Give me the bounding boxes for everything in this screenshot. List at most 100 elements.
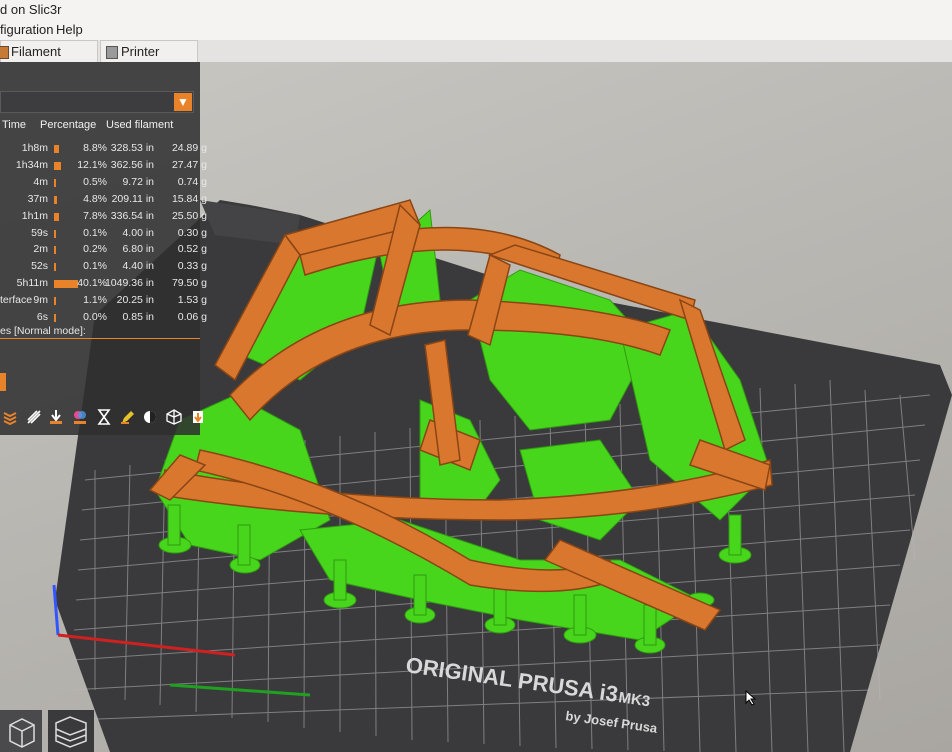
settings-tab-bar: Filament Settings Printer Settings: [0, 40, 952, 80]
legend-caption: es [Normal mode]:: [0, 325, 86, 337]
stats-row: 52s 0.1% 4.40 in 0.33 g: [0, 258, 215, 275]
move-down-icon[interactable]: [48, 409, 64, 425]
stats-length: 1049.36 in: [104, 277, 154, 290]
stats-time: 52s: [31, 260, 48, 273]
stats-percentage: 0.2%: [83, 243, 107, 256]
stats-percentage: 40.1%: [77, 277, 107, 290]
stats-row-label: terface: [0, 294, 33, 307]
stats-row: 2m 0.2% 6.80 in 0.52 g: [0, 241, 215, 258]
export-icon[interactable]: [190, 409, 206, 425]
stats-length: 0.85 in: [122, 311, 154, 323]
view-toggle: [0, 710, 94, 752]
stats-length: 328.53 in: [110, 142, 154, 154]
percentage-bar: [54, 145, 60, 153]
stats-weight: 79.50 g: [171, 277, 207, 290]
stats-time: 5h11m: [16, 277, 48, 290]
stats-row: 37m 4.8% 209.11 in 15.84 g: [0, 191, 215, 208]
legend-swatch: [0, 373, 6, 391]
cube-outline-icon[interactable]: [166, 409, 182, 425]
menu-help[interactable]: Help: [56, 20, 83, 40]
stats-length: 6.80 in: [122, 243, 154, 256]
stats-weight: 15.84 g: [171, 192, 207, 205]
stats-length: 9.72 in: [122, 175, 154, 188]
stats-time: 2m: [33, 243, 48, 256]
stats-time: 37m: [27, 192, 48, 205]
percentage-bar: [54, 229, 56, 238]
stacked-view-icon[interactable]: [48, 710, 94, 752]
hourglass-icon[interactable]: [96, 409, 112, 425]
stats-time: 6s: [36, 311, 48, 323]
percentage-bar: [54, 314, 56, 322]
title-bar: d on Slic3r: [0, 0, 952, 20]
stats-weight: 0.30 g: [177, 226, 207, 239]
percentage-bar: [54, 263, 56, 272]
stats-time: 1h1m: [21, 209, 48, 222]
stats-weight: 27.47 g: [171, 158, 207, 171]
percentage-bar: [54, 178, 56, 187]
stats-time: 1h8m: [21, 142, 48, 154]
stats-percentage: 12.1%: [77, 158, 107, 171]
stats-percentage: 7.8%: [83, 209, 107, 222]
percentage-bar: [54, 195, 57, 204]
stats-percentage: 0.0%: [83, 311, 107, 323]
stats-row: 5h11m 40.1% 1049.36 in 79.50 g: [0, 275, 215, 292]
stats-weight: 0.06 g: [177, 311, 207, 323]
stats-row: 59s 0.1% 4.00 in 0.30 g: [0, 225, 215, 242]
layers-icon[interactable]: [2, 409, 18, 425]
stats-percentage: 0.5%: [83, 175, 107, 188]
stats-length: 336.54 in: [110, 209, 154, 222]
stats-length: 362.56 in: [110, 158, 154, 171]
stats-row: 1h8m 8.8% 328.53 in 24.89 g: [0, 140, 215, 157]
col-header-time: Time: [2, 119, 27, 131]
menu-bar: figuration Help: [0, 20, 952, 40]
color-icon[interactable]: [72, 409, 88, 425]
stats-row: 4m 0.5% 9.72 in 0.74 g: [0, 174, 215, 191]
shells-icon[interactable]: [26, 409, 42, 425]
pencil-icon[interactable]: [120, 409, 136, 425]
tab-printer-settings[interactable]: Printer Settings: [100, 40, 198, 80]
menu-configuration[interactable]: figuration: [0, 20, 53, 40]
stats-row: 1h1m 7.8% 336.54 in 25.50 g: [0, 208, 215, 225]
stats-time: 4m: [33, 175, 48, 188]
stats-weight: 0.74 g: [177, 175, 207, 188]
percentage-bar: [54, 246, 56, 255]
stats-weight: 0.33 g: [177, 260, 207, 273]
stats-length: 20.25 in: [116, 294, 154, 307]
stats-weight: 25.50 g: [171, 209, 207, 222]
stats-percentage: 8.8%: [83, 142, 107, 154]
percentage-bar: [54, 161, 62, 170]
stats-length: 4.40 in: [122, 260, 154, 273]
stats-percentage: 0.1%: [83, 226, 107, 239]
percentage-bar: [54, 297, 56, 306]
stats-time: 1h34m: [15, 158, 48, 171]
stats-length: 4.00 in: [122, 226, 154, 239]
mouse-cursor-icon: [745, 690, 757, 706]
col-header-used-filament: Used filament: [106, 119, 174, 131]
percentage-bar: [54, 280, 78, 289]
tab-filament-settings[interactable]: Filament Settings: [0, 40, 98, 80]
filament-icon: [0, 46, 9, 59]
stats-row: 6s 0.0% 0.85 in 0.06 g: [0, 309, 215, 326]
stats-row: 1h34m 12.1% 362.56 in 27.47 g: [0, 157, 215, 174]
divider: [0, 338, 200, 339]
stats-length: 209.11 in: [111, 192, 154, 205]
col-header-percentage: Percentage: [40, 119, 97, 131]
view-type-dropdown[interactable]: ▼: [0, 91, 194, 113]
half-circle-icon[interactable]: [142, 409, 158, 425]
stats-row: terface 9m 1.1% 20.25 in 1.53 g: [0, 292, 215, 309]
stats-percentage: 1.1%: [83, 294, 107, 307]
stats-percentage: 4.8%: [83, 192, 107, 205]
preview-toolbar: [0, 405, 240, 433]
window-title: d on Slic3r: [0, 2, 62, 17]
chevron-down-icon[interactable]: ▼: [174, 93, 192, 111]
percentage-bar: [54, 212, 59, 221]
gcode-statistics-panel: ▼ Time Percentage Used filament 1h8m 8.8%…: [0, 62, 207, 435]
printer-icon: [106, 46, 118, 59]
stats-weight: 1.53 g: [177, 294, 207, 307]
single-view-icon[interactable]: [0, 710, 42, 752]
stats-percentage: 0.1%: [83, 260, 107, 273]
stats-time: 59s: [31, 226, 48, 239]
stats-weight: 0.52 g: [177, 243, 207, 256]
stats-time: 9m: [33, 294, 48, 307]
stats-weight: 24.89 g: [171, 142, 207, 154]
